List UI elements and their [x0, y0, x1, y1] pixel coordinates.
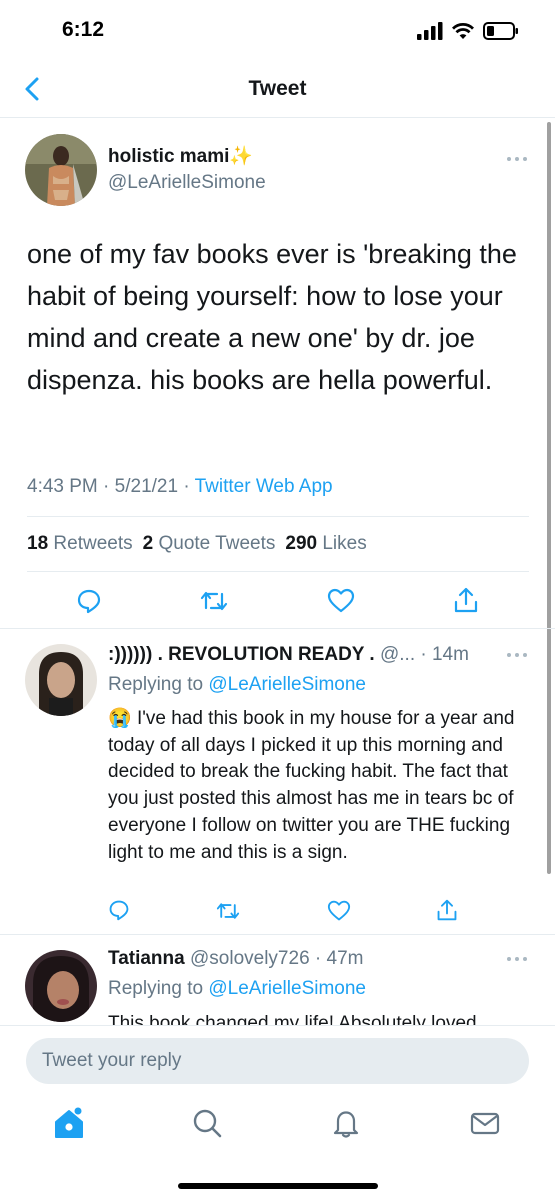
status-icons: [417, 22, 519, 40]
reply-composer: Tweet your reply: [0, 1025, 555, 1100]
search-icon[interactable]: [190, 1106, 224, 1140]
home-indicator[interactable]: [178, 1183, 378, 1189]
reply-tweet[interactable]: :)))))) . REVOLUTION READY . @... · 14m …: [0, 628, 555, 935]
reply-author-name[interactable]: :)))))) . REVOLUTION READY .: [108, 644, 375, 665]
tab-bar: [0, 1090, 555, 1160]
author-handle[interactable]: @LeArielleSimone: [108, 172, 266, 194]
reply-body: I've had this book in my house for a yea…: [108, 708, 515, 863]
likes-stat[interactable]: 290 Likes: [285, 533, 366, 555]
home-icon[interactable]: [52, 1106, 86, 1140]
reply-time: 47m: [326, 948, 364, 969]
tweet-date: 5/21/21: [114, 476, 179, 497]
author-name[interactable]: holistic mami✨: [108, 144, 253, 168]
reply-icon[interactable]: [76, 588, 102, 614]
signal-icon: [417, 22, 443, 40]
retweet-icon[interactable]: [216, 900, 240, 922]
reply-avatar[interactable]: [25, 644, 97, 716]
messages-icon[interactable]: [468, 1106, 502, 1140]
share-icon[interactable]: [453, 586, 479, 614]
reply-header: :)))))) . REVOLUTION READY . @... · 14m: [108, 644, 469, 665]
tweet-stats: 18 Retweets 2 Quote Tweets 290 Likes: [27, 533, 367, 555]
more-icon[interactable]: [505, 650, 529, 660]
more-icon[interactable]: [505, 154, 529, 164]
reply-author-handle[interactable]: @solovely726: [190, 948, 310, 969]
battery-icon: [483, 22, 518, 40]
crying-emoji: 😭: [108, 708, 132, 729]
main-tweet-actions: [0, 586, 555, 616]
author-name-text: holistic mami: [108, 146, 230, 167]
reply-header: Tatianna @solovely726 · 47m: [108, 948, 364, 969]
replying-to: Replying to @LeArielleSimone: [108, 674, 366, 695]
tweet-text: one of my fav books ever is 'breaking th…: [27, 239, 517, 395]
more-icon[interactable]: [505, 954, 529, 964]
retweets-stat[interactable]: 18 Retweets: [27, 533, 133, 555]
reply-input[interactable]: Tweet your reply: [26, 1038, 529, 1084]
reply-time: 14m: [431, 644, 469, 665]
replying-to: Replying to @LeArielleSimone: [108, 978, 366, 999]
tweet-time: 4:43 PM: [27, 476, 98, 497]
share-icon[interactable]: [436, 898, 458, 922]
reply-icon[interactable]: [108, 899, 130, 921]
reply-tweet[interactable]: Tatianna @solovely726 · 47m Replying to …: [0, 934, 555, 1025]
tweet-meta: 4:43 PM · 5/21/21 · Twitter Web App: [27, 476, 333, 497]
retweet-icon[interactable]: [200, 588, 228, 614]
quote-tweets-stat[interactable]: 2 Quote Tweets: [143, 533, 276, 555]
reply-author-name[interactable]: Tatianna: [108, 948, 185, 969]
divider: [27, 571, 529, 572]
divider: [27, 516, 529, 517]
reply-text: This book changed my life! Absolutely lo…: [108, 1013, 477, 1025]
wifi-icon: [452, 23, 474, 39]
reply-avatar[interactable]: [25, 950, 97, 1022]
reply-text: 😭 I've had this book in my house for a y…: [108, 706, 528, 866]
replying-to-link[interactable]: @LeArielleSimone: [208, 978, 366, 999]
sparkle-emoji: ✨: [229, 146, 254, 167]
navigation-header: Tweet: [0, 62, 555, 118]
replying-to-link[interactable]: @LeArielleSimone: [208, 674, 366, 695]
page-title: Tweet: [248, 77, 307, 100]
status-bar: 6:12: [0, 0, 555, 62]
like-icon[interactable]: [327, 588, 355, 614]
tweet-source-link[interactable]: Twitter Web App: [195, 476, 333, 497]
reply-author-handle[interactable]: @...: [380, 644, 415, 665]
notifications-icon[interactable]: [329, 1106, 363, 1140]
like-icon[interactable]: [327, 900, 351, 922]
author-avatar[interactable]: [25, 134, 97, 206]
status-time: 6:12: [62, 18, 105, 41]
